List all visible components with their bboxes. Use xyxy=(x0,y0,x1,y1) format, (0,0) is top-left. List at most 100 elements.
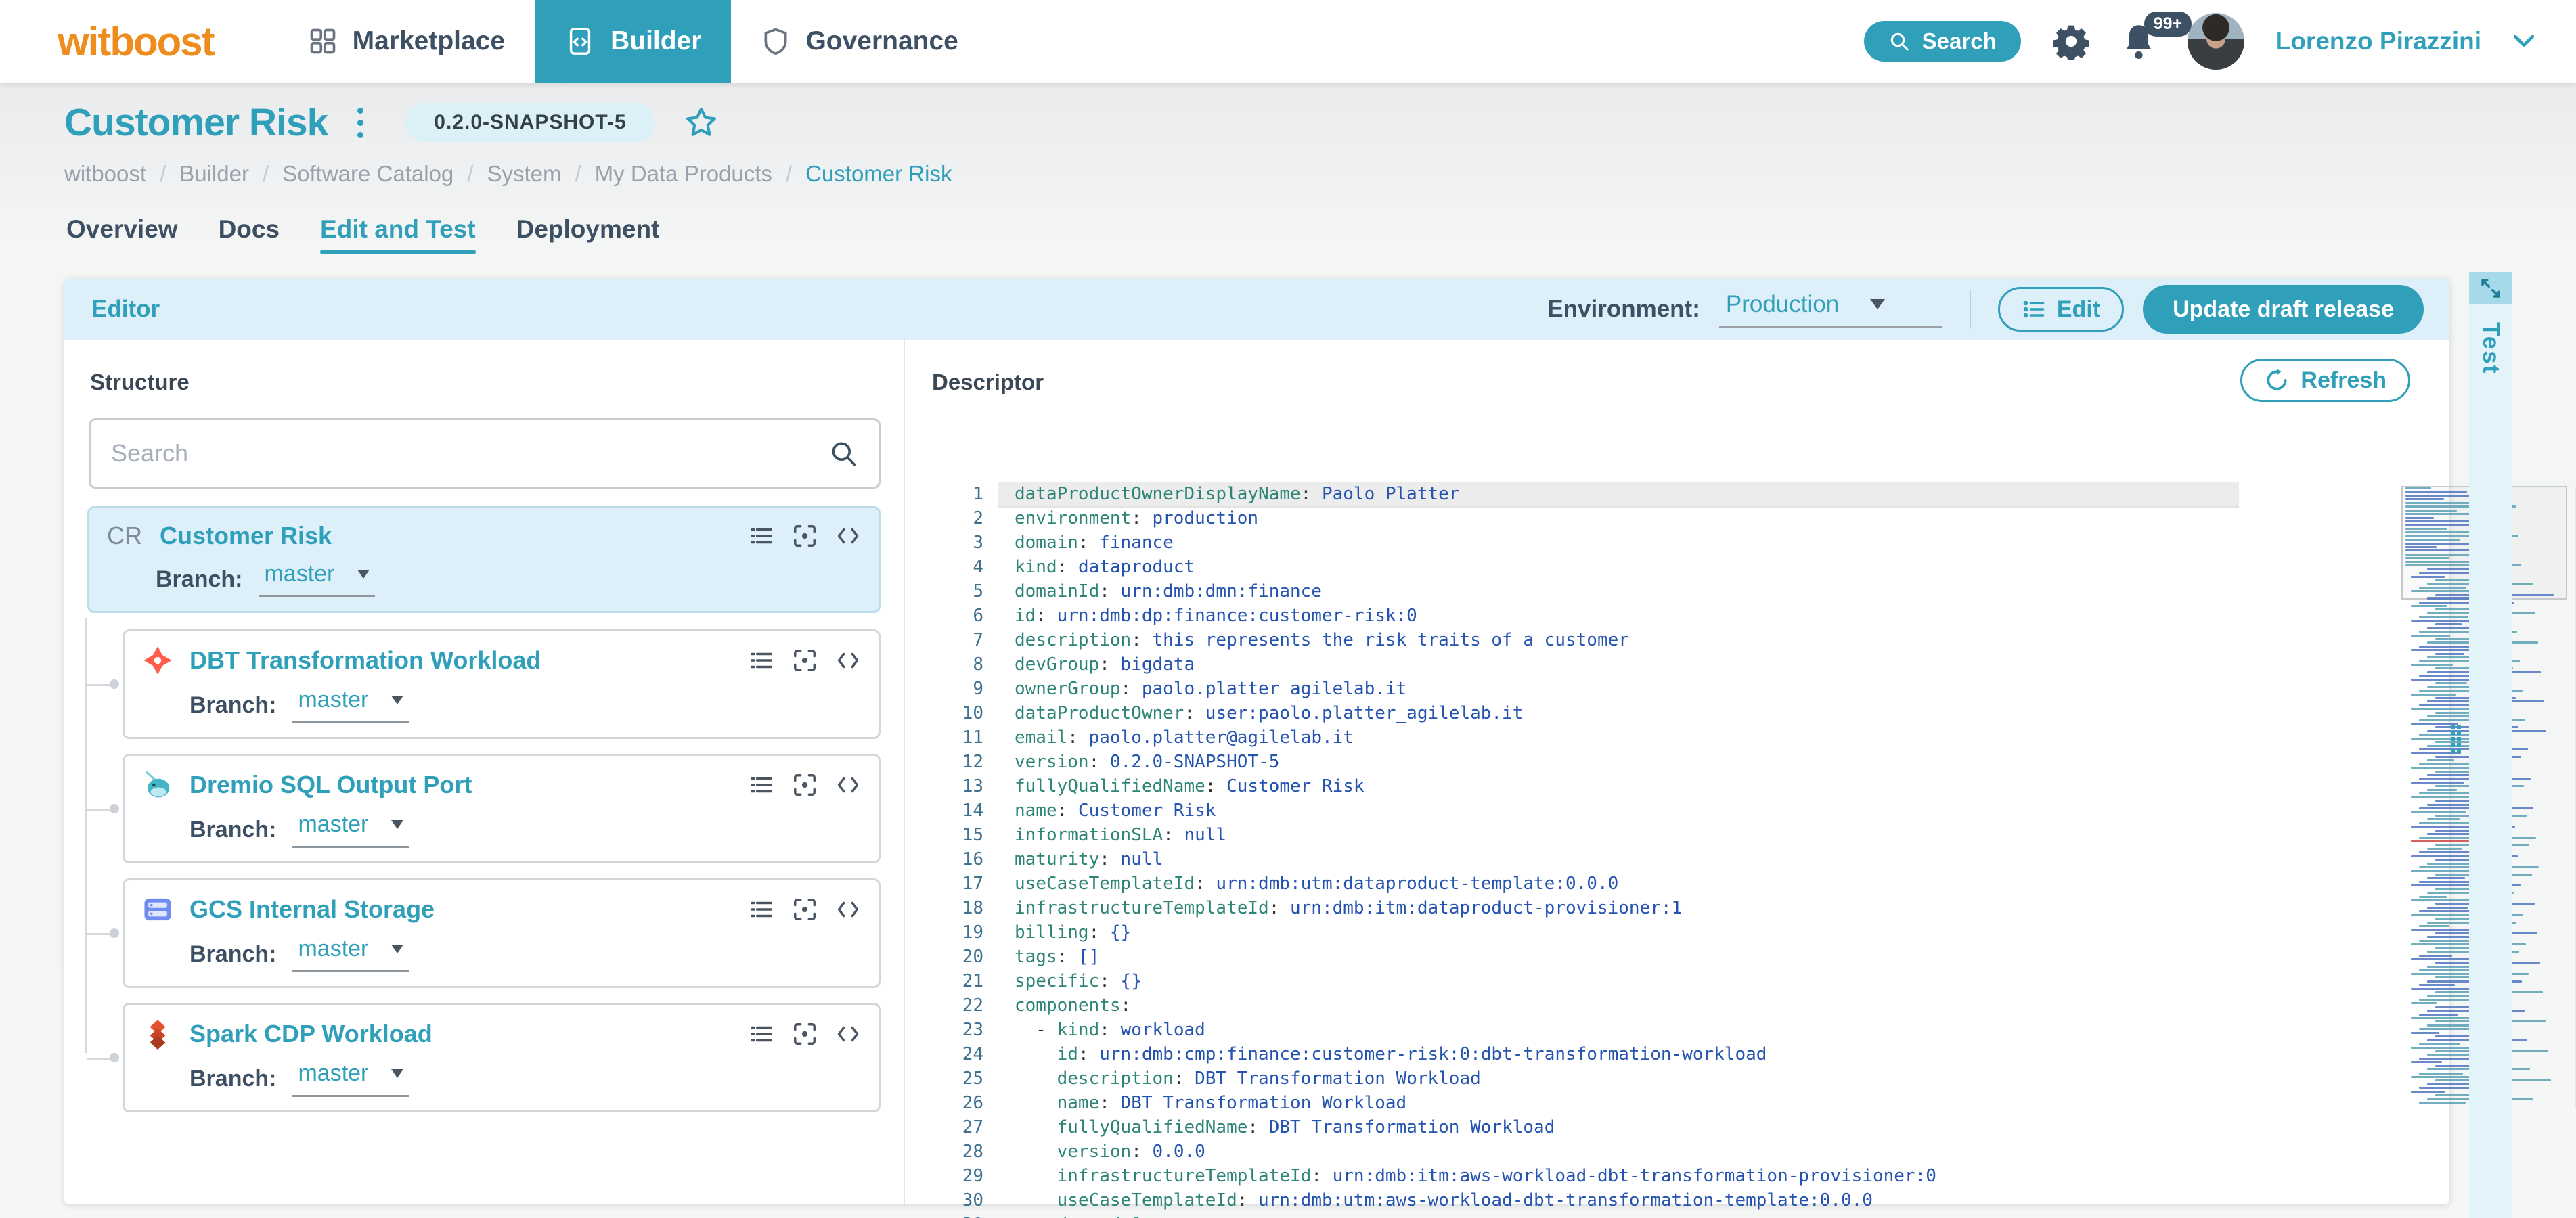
code-line[interactable]: 10 dataProductOwner: user:paolo.platter_… xyxy=(929,701,2239,725)
focus-target-icon[interactable] xyxy=(792,772,818,798)
code-line[interactable]: 18 infrastructureTemplateId: urn:dmb:itm… xyxy=(929,896,2239,920)
code-line[interactable]: 11 email: paolo.platter@agilelab.it xyxy=(929,725,2239,750)
code-line[interactable]: 29 infrastructureTemplateId: urn:dmb:itm… xyxy=(929,1164,2239,1188)
code-brackets-icon[interactable] xyxy=(835,1021,861,1047)
tab-deployment[interactable]: Deployment xyxy=(516,215,660,254)
code-line[interactable]: 6 id: urn:dmb:dp:finance:customer-risk:0 xyxy=(929,604,2239,628)
search-icon[interactable] xyxy=(828,438,858,468)
code-brackets-icon[interactable] xyxy=(835,897,861,922)
code-brackets-icon[interactable] xyxy=(835,648,861,673)
nav-item-marketplace[interactable]: Marketplace xyxy=(278,0,535,83)
environment-select[interactable]: Production xyxy=(1718,290,1942,328)
code-line[interactable]: 3 domain: finance xyxy=(929,531,2239,555)
top-navbar: witboost Marketplace Builder Governance … xyxy=(0,0,2576,83)
settings-gear-icon[interactable] xyxy=(2052,22,2090,60)
line-content: id: urn:dmb:cmp:finance:customer-risk:0:… xyxy=(1057,1044,1767,1064)
breadcrumb-item[interactable]: My Data Products xyxy=(595,161,772,187)
code-line[interactable]: 25 description: DBT Transformation Workl… xyxy=(929,1066,2239,1091)
code-line[interactable]: 24 id: urn:dmb:cmp:finance:customer-risk… xyxy=(929,1042,2239,1066)
breadcrumb-item[interactable]: System xyxy=(487,161,561,187)
code-line[interactable]: 26 name: DBT Transformation Workload xyxy=(929,1091,2239,1115)
refresh-button[interactable]: Refresh xyxy=(2240,359,2410,402)
spark-icon xyxy=(142,1018,173,1050)
code-line[interactable]: 2 environment: production xyxy=(929,506,2239,531)
line-number: 11 xyxy=(962,727,983,748)
dropdown-arrow-icon xyxy=(1870,299,1886,309)
tree-child-card[interactable]: Spark CDP Workload Branch: master xyxy=(87,1003,881,1112)
details-list-icon[interactable] xyxy=(749,648,774,673)
branch-select[interactable]: master xyxy=(259,561,376,597)
environment-value: Production xyxy=(1725,290,1840,317)
branch-select[interactable]: master xyxy=(292,687,409,723)
tab-overview[interactable]: Overview xyxy=(66,215,178,254)
details-list-icon[interactable] xyxy=(749,1021,774,1047)
tree-root-customer-risk[interactable]: CR Customer Risk Branch: master xyxy=(87,506,881,613)
line-number: 4 xyxy=(973,557,983,577)
code-line[interactable]: 8 devGroup: bigdata xyxy=(929,652,2239,677)
code-line[interactable]: 31 dependsOn: xyxy=(929,1213,2239,1218)
kebab-menu-icon[interactable] xyxy=(357,107,364,138)
code-line[interactable]: 9 ownerGroup: paolo.platter_agilelab.it xyxy=(929,677,2239,701)
code-line[interactable]: 13 fullyQualifiedName: Customer Risk xyxy=(929,774,2239,798)
edit-button[interactable]: Edit xyxy=(1997,287,2125,332)
user-menu-chevron-down-icon[interactable] xyxy=(2512,33,2535,49)
focus-target-icon[interactable] xyxy=(792,1021,818,1047)
code-line[interactable]: 7 description: this represents the risk … xyxy=(929,628,2239,652)
dbt-icon xyxy=(142,645,173,676)
code-line[interactable]: 5 domainId: urn:dmb:dmn:finance xyxy=(929,579,2239,604)
nav-item-builder[interactable]: Builder xyxy=(535,0,732,83)
breadcrumb-item[interactable]: witboost xyxy=(64,161,146,187)
code-line[interactable]: 1 dataProductOwnerDisplayName: Paolo Pla… xyxy=(929,482,2239,506)
user-avatar[interactable] xyxy=(2187,13,2244,70)
breadcrumb-item[interactable]: Customer Risk xyxy=(805,161,952,187)
notifications-bell[interactable]: 99+ xyxy=(2121,12,2192,60)
structure-search-input[interactable] xyxy=(111,439,828,468)
code-line[interactable]: 19 billing: {} xyxy=(929,920,2239,945)
tab-edit-and-test[interactable]: Edit and Test xyxy=(320,215,476,254)
code-line[interactable]: 21 specific: {} xyxy=(929,969,2239,993)
code-line[interactable]: 17 useCaseTemplateId: urn:dmb:utm:datapr… xyxy=(929,872,2239,896)
tree-child-card[interactable]: GCS Internal Storage Branch: master xyxy=(87,878,881,988)
nav-right-cluster: Search 99+ Lorenzo Pirazzini xyxy=(1863,12,2535,70)
code-line[interactable]: 12 version: 0.2.0-SNAPSHOT-5 xyxy=(929,750,2239,774)
details-list-icon[interactable] xyxy=(749,897,774,922)
code-line[interactable]: 27 fullyQualifiedName: DBT Transformatio… xyxy=(929,1115,2239,1140)
code-line[interactable]: 20 tags: [] xyxy=(929,945,2239,969)
focus-target-icon[interactable] xyxy=(792,523,818,549)
code-line[interactable]: 16 maturity: null xyxy=(929,847,2239,872)
tree-child-card[interactable]: Dremio SQL Output Port Branch: master xyxy=(87,754,881,863)
nav-item-governance[interactable]: Governance xyxy=(731,0,987,83)
branch-label: Branch: xyxy=(190,941,277,967)
tab-docs[interactable]: Docs xyxy=(219,215,280,254)
branch-select[interactable]: master xyxy=(292,1060,409,1097)
line-content: fullyQualifiedName: Customer Risk xyxy=(1015,776,1364,796)
focus-target-icon[interactable] xyxy=(792,648,818,673)
expand-panel-icon[interactable] xyxy=(2469,272,2512,304)
code-line[interactable]: 4 kind: dataproduct xyxy=(929,555,2239,579)
code-brackets-icon[interactable] xyxy=(835,523,861,549)
panel-drag-handle[interactable] xyxy=(2451,725,2461,753)
code-line[interactable]: 22 components: xyxy=(929,993,2239,1018)
star-favorite-icon[interactable] xyxy=(684,105,719,140)
code-brackets-icon[interactable] xyxy=(835,772,861,798)
code-line[interactable]: 23 - kind: workload xyxy=(929,1018,2239,1042)
yaml-code-editor[interactable]: 1 dataProductOwnerDisplayName: Paolo Pla… xyxy=(929,482,2239,1218)
code-line[interactable]: 14 name: Customer Risk xyxy=(929,798,2239,823)
code-line[interactable]: 15 informationSLA: null xyxy=(929,823,2239,847)
dropdown-arrow-icon xyxy=(391,820,404,829)
line-content: dataProductOwner: user:paolo.platter_agi… xyxy=(1015,703,1524,723)
details-list-icon[interactable] xyxy=(749,772,774,798)
branch-select[interactable]: master xyxy=(292,811,409,848)
test-side-tab[interactable]: Test xyxy=(2469,304,2512,1218)
update-draft-release-button[interactable]: Update draft release xyxy=(2143,285,2424,334)
search-button[interactable]: Search xyxy=(1863,21,2021,62)
details-list-icon[interactable] xyxy=(749,523,774,549)
code-line[interactable]: 30 useCaseTemplateId: urn:dmb:utm:aws-wo… xyxy=(929,1188,2239,1213)
branch-select[interactable]: master xyxy=(292,936,409,972)
breadcrumb-item[interactable]: Builder xyxy=(179,161,249,187)
breadcrumb-item[interactable]: Software Catalog xyxy=(282,161,453,187)
focus-target-icon[interactable] xyxy=(792,897,818,922)
line-content: name: Customer Risk xyxy=(1015,800,1216,821)
tree-child-card[interactable]: DBT Transformation Workload Branch: mast… xyxy=(87,629,881,739)
code-line[interactable]: 28 version: 0.0.0 xyxy=(929,1140,2239,1164)
